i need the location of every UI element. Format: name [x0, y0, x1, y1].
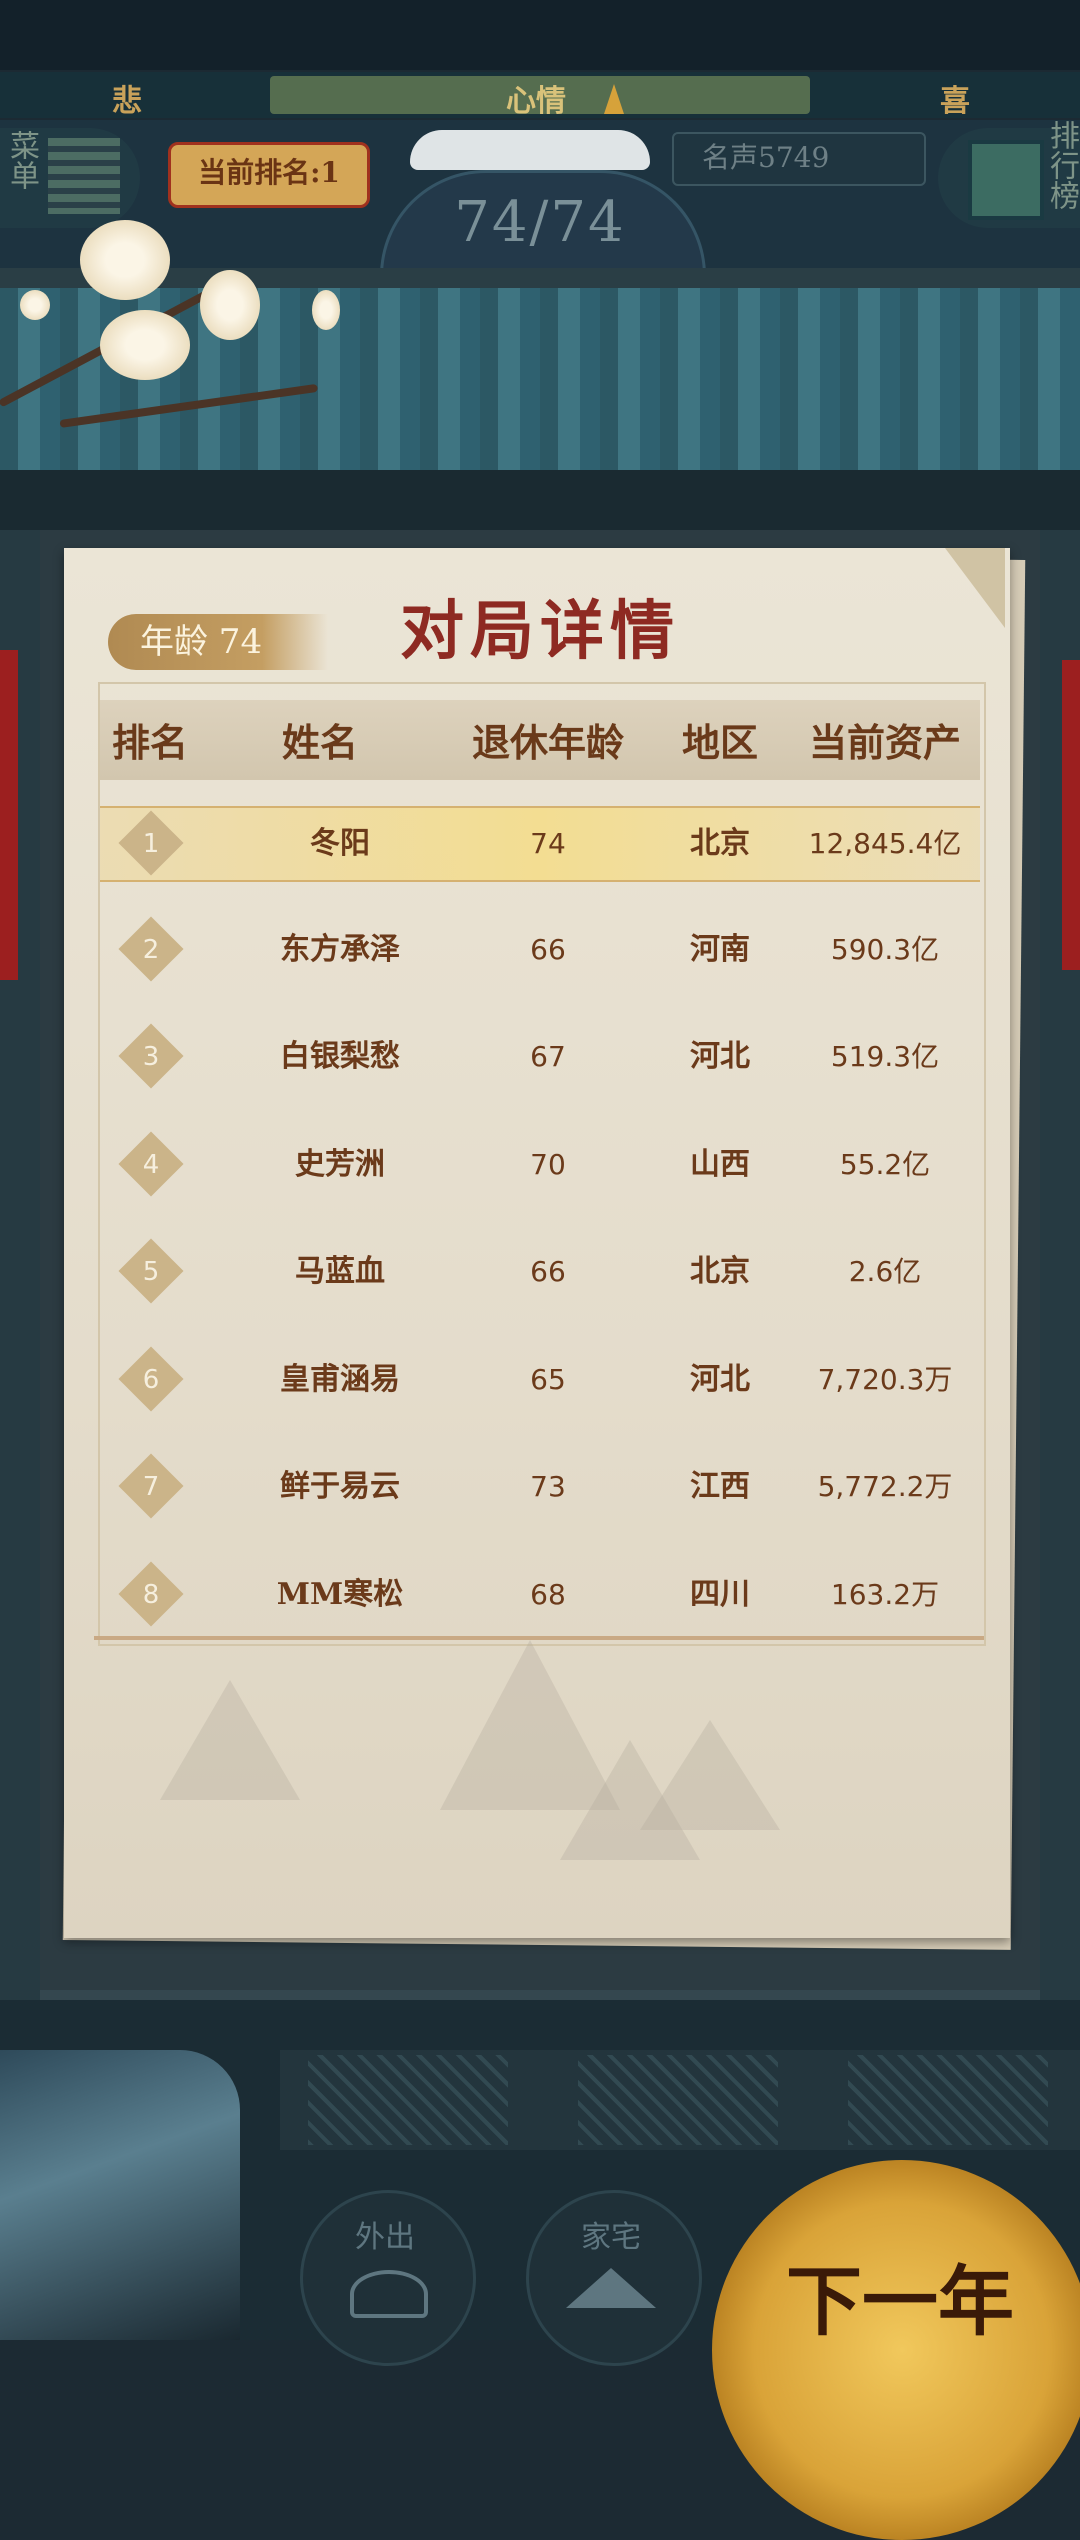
year-counter: 74/74	[454, 190, 626, 255]
player-name: 东方承泽	[280, 932, 400, 967]
menu-label: 菜单	[4, 130, 39, 190]
player-name: 皇甫涵易	[280, 1362, 400, 1397]
header-region: 地区	[681, 720, 758, 765]
retire-age: 65	[530, 1363, 566, 1396]
magnolia-bud-icon	[20, 290, 50, 320]
retire-age: 68	[530, 1578, 566, 1611]
mood-happy-label: 喜	[940, 84, 970, 119]
age-tag: 年龄 74	[108, 614, 328, 670]
player-name: 史芳洲	[295, 1147, 385, 1182]
lattice-window	[848, 2055, 1048, 2145]
region: 河北	[690, 1039, 750, 1074]
leaderboard-label: 排行榜	[1044, 120, 1079, 210]
current-assets: 12,845.4亿	[808, 827, 962, 860]
player-name: 鲜于易云	[280, 1469, 400, 1504]
header-retire-age: 退休年龄	[471, 720, 624, 765]
retire-age: 70	[530, 1148, 566, 1181]
magnolia-bud-icon	[312, 290, 340, 330]
magnolia-flower-icon	[80, 220, 170, 300]
rank-number: 4	[142, 1150, 160, 1180]
fame-display: 名声5749	[672, 132, 926, 186]
outing-label: 外出	[355, 2220, 415, 2255]
table-row: 7 鲜于易云 73 江西 5,772.2万	[100, 1451, 980, 1523]
age-tag-text: 年龄 74	[140, 622, 263, 662]
region: 山西	[690, 1147, 750, 1182]
rank-number: 5	[142, 1257, 160, 1287]
header-name: 姓名	[281, 720, 358, 765]
region: 河北	[690, 1362, 750, 1397]
current-rank-text: 当前排名:1	[198, 156, 340, 189]
carriage-icon	[350, 2270, 428, 2318]
current-assets: 519.3亿	[830, 1040, 940, 1073]
mountain-decoration	[160, 1680, 300, 1800]
lattice-window	[578, 2055, 778, 2145]
current-assets: 163.2万	[830, 1578, 940, 1611]
mountain-decoration	[640, 1720, 780, 1830]
character-figure	[0, 2050, 240, 2340]
retire-age: 67	[530, 1040, 566, 1073]
region: 江西	[690, 1469, 750, 1504]
player-name: 冬阳	[310, 826, 370, 861]
table-row: 2 东方承泽 66 河南 590.3亿	[100, 914, 980, 986]
current-assets: 7,720.3万	[817, 1363, 953, 1396]
mood-title: 心情	[506, 84, 566, 119]
lattice-window	[308, 2055, 508, 2145]
region: 河南	[690, 932, 750, 967]
rank-number: 1	[142, 829, 160, 859]
retire-age: 66	[530, 1255, 566, 1288]
rank-number: 6	[142, 1365, 160, 1395]
menu-icon	[48, 138, 120, 214]
mood-pointer-icon	[604, 84, 624, 114]
retire-age: 73	[530, 1470, 566, 1503]
table-row: 8 MM寒松 68 四川 163.2万	[100, 1559, 980, 1631]
player-name: 马蓝血	[295, 1254, 385, 1289]
table-row: 6 皇甫涵易 65 河北 7,720.3万	[100, 1344, 980, 1416]
current-assets: 590.3亿	[830, 933, 940, 966]
magnolia-flower-icon	[200, 270, 260, 340]
house-icon	[566, 2268, 656, 2308]
rank-number: 8	[142, 1580, 160, 1610]
table-row: 5 马蓝血 66 北京 2.6亿	[100, 1236, 980, 1308]
mood-sad-label: 悲	[112, 84, 142, 119]
header-rank: 排名	[111, 720, 188, 765]
region: 北京	[690, 826, 750, 861]
rank-number: 2	[142, 935, 160, 965]
current-rank-badge: 当前排名:1	[168, 142, 370, 208]
table-row: 1 冬阳 74 北京 12,845.4亿	[100, 806, 980, 882]
next-year-label: 下一年	[786, 2257, 1014, 2346]
region: 四川	[690, 1577, 750, 1612]
region: 北京	[690, 1254, 750, 1289]
fame-text: 名声5749	[702, 141, 830, 174]
next-year-button[interactable]	[712, 2160, 1080, 2540]
player-name: 白银梨愁	[280, 1039, 400, 1074]
table-row: 3 白银梨愁 67 河北 519.3亿	[100, 1021, 980, 1093]
rank-number: 3	[142, 1042, 160, 1072]
rank-number: 7	[142, 1472, 160, 1502]
top-strip	[0, 0, 1080, 70]
magnolia-flower-icon	[100, 310, 190, 380]
right-couplet	[1062, 660, 1080, 970]
current-assets: 55.2亿	[839, 1148, 931, 1181]
player-name: MM寒松	[276, 1577, 404, 1612]
retire-age: 66	[530, 933, 566, 966]
current-assets: 5,772.2万	[817, 1470, 953, 1503]
roof-shadow	[0, 470, 1080, 530]
leaderboard-icon	[968, 140, 1044, 220]
current-assets: 2.6亿	[848, 1255, 922, 1288]
snow-decoration	[410, 130, 650, 170]
retire-age: 74	[530, 827, 566, 860]
home-label: 家宅	[581, 2220, 641, 2255]
table-row: 4 史芳洲 70 山西 55.2亿	[100, 1129, 980, 1201]
header-assets: 当前资产	[808, 720, 961, 765]
left-couplet	[0, 650, 18, 980]
